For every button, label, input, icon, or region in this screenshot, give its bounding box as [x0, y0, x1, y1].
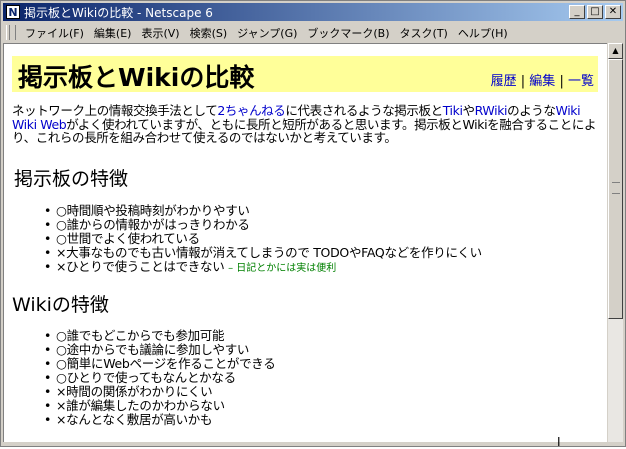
maximize-button[interactable]: □: [587, 5, 603, 19]
page-title: 掲示板とWikiの比較: [18, 63, 255, 92]
list-item: ×時間の関係がわかりにくい: [44, 385, 275, 400]
list-link[interactable]: 一覧: [568, 74, 594, 89]
list-item: ○ひとりで使ってもなんとかなる: [44, 371, 275, 386]
intro-text: がよく使われていますが、ともに長所と短所があると思います。掲示板とWikiを融合…: [12, 116, 597, 145]
browser-window: N 掲示板とWikiの比較 - Netscape 6 _ □ ✕ ファイル(F)…: [0, 0, 626, 449]
bbs-feature-list: ○時間順や投稿時刻がわかりやすい ○誰からの情報かがはっきりわかる ○世間でよく…: [44, 204, 482, 276]
scroll-up-arrow-icon[interactable]: ▲: [608, 43, 623, 59]
list-item: ×ひとりで使うことはできない – 日記とかには実は便利: [44, 260, 482, 276]
list-item: ×大事なものでも古い情報が消えてしまうので TODOやFAQなどを作りにくい: [44, 246, 482, 261]
menu-bar: ファイル(F) 編集(E) 表示(V) 検索(S) ジャンプ(G) ブックマーク…: [3, 23, 623, 42]
header-links: 履歴 | 編集 | 一覧: [491, 70, 594, 89]
diary-note: – 日記とかには実は便利: [228, 263, 337, 274]
list-item: ○簡単にWebページを作ることができる: [44, 357, 276, 372]
thumb-grip-icon: [612, 182, 620, 194]
menu-edit[interactable]: 編集(E): [89, 25, 137, 41]
list-item: ○世間でよく使われている: [44, 232, 482, 247]
list-item: ○誰でもどこからでも参加可能: [44, 329, 275, 344]
wiki-section-title: Wikiの特徴: [12, 294, 109, 316]
menu-help[interactable]: ヘルプ(H): [453, 25, 513, 41]
list-item: ○誰からの情報かがはっきりわかる: [44, 218, 482, 233]
menu-view[interactable]: 表示(V): [136, 25, 184, 41]
menu-tasks[interactable]: タスク(T): [395, 25, 453, 41]
edit-link[interactable]: 編集: [529, 74, 555, 89]
separator: |: [520, 74, 526, 89]
menu-file[interactable]: ファイル(F): [20, 25, 89, 41]
list-item: ×なんとなく敷居が高いかも: [44, 413, 275, 428]
list-item: ○途中からでも議論に参加しやすい: [44, 343, 275, 358]
vertical-scrollbar[interactable]: ▲: [607, 43, 623, 442]
page-content: 掲示板とWikiの比較 履歴 | 編集 | 一覧 ネットワーク上の情報交換手法と…: [3, 43, 609, 442]
page-header: 掲示板とWikiの比較 履歴 | 編集 | 一覧: [12, 56, 598, 92]
separator: |: [559, 74, 564, 89]
list-item-text: ×ひとりで使うことはできない: [56, 259, 225, 274]
list-item: ○時間順や投稿時刻がわかりやすい: [44, 204, 482, 219]
close-button[interactable]: ✕: [605, 5, 621, 19]
menu-go[interactable]: ジャンプ(G): [232, 25, 302, 41]
history-link[interactable]: 履歴: [491, 74, 517, 89]
wiki-feature-list: ○誰でもどこからでも参加可能 ○途中からでも議論に参加しやすい ○簡単にWebペ…: [44, 329, 276, 428]
menubar-grip[interactable]: [6, 25, 16, 40]
bbs-section-title: 掲示板の特徴: [14, 168, 129, 190]
intro-paragraph: ネットワーク上の情報交換手法として2ちゃんねるに代表されるような掲示板とTiki…: [12, 104, 597, 145]
scrollbar-thumb[interactable]: [608, 59, 623, 319]
menu-search[interactable]: 検索(S): [185, 25, 233, 41]
minimize-button[interactable]: _: [569, 5, 585, 19]
list-item: ×誰が編集したのかわからない: [44, 399, 275, 414]
title-bar: N 掲示板とWikiの比較 - Netscape 6 _ □ ✕: [3, 3, 623, 21]
menu-bookmarks[interactable]: ブックマーク(B): [302, 25, 394, 41]
netscape-icon[interactable]: N: [6, 5, 20, 19]
window-title: 掲示板とWikiの比較 - Netscape 6: [24, 5, 213, 20]
